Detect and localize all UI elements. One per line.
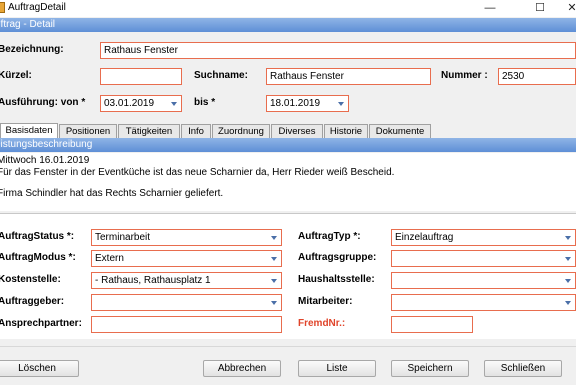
window-titlebar: AuftragDetail — ☐ ✕ — [0, 0, 576, 17]
description-textarea[interactable]: Mittwoch 16.01.2019 Für das Fenster in d… — [0, 153, 576, 211]
gruppe-select[interactable] — [391, 250, 576, 267]
tab-positionen[interactable]: Positionen — [59, 124, 117, 138]
abbrechen-button[interactable]: Abbrechen — [203, 360, 281, 377]
dropdown-arrow-icon[interactable] — [271, 236, 277, 240]
maximize-button[interactable]: ☐ — [526, 0, 554, 17]
dropdown-arrow-icon[interactable] — [271, 279, 277, 283]
button-row: Löschen Abbrechen Liste Speichern Schlie… — [0, 346, 576, 385]
typ-label: AuftragTyp *: — [298, 231, 361, 242]
bis-label: bis * — [194, 97, 216, 108]
close-button[interactable]: ✕ — [558, 0, 576, 17]
description-line: Für das Fenster in der Eventküche ist da… — [0, 167, 395, 178]
ansprech-field[interactable] — [91, 316, 282, 333]
mitarbeiter-label: Mitarbeiter: — [298, 296, 353, 307]
von-date-value: 03.01.2019 — [104, 98, 155, 109]
kostenstelle-label: Kostenstelle: — [0, 274, 61, 285]
description-header: eistungsbeschreibung — [0, 138, 576, 152]
modus-label: AuftragModus *: — [0, 252, 76, 263]
app-icon — [0, 2, 5, 13]
kostenstelle-select[interactable]: - Rathaus, Rathausplatz 1 — [91, 272, 282, 289]
gruppe-label: Auftragsgruppe: — [298, 252, 377, 263]
ausfuehrung-label: Ausführung: von * — [0, 97, 86, 108]
tab-info[interactable]: Info — [181, 124, 211, 138]
description-line: Mittwoch 16.01.2019 — [0, 155, 90, 166]
dropdown-arrow-icon[interactable] — [565, 279, 571, 283]
bis-date-value: 18.01.2019 — [270, 98, 321, 109]
section-title: uftrag - Detail — [0, 19, 56, 30]
typ-select[interactable]: Einzelauftrag — [391, 229, 576, 246]
status-label: AuftragStatus *: — [0, 231, 75, 242]
mitarbeiter-select[interactable] — [391, 294, 576, 311]
kuerzel-field[interactable] — [100, 68, 182, 85]
tab-zuordnung[interactable]: Zuordnung — [212, 124, 270, 138]
form-panel: AuftragStatus *: Terminarbeit AuftragTyp… — [0, 213, 576, 339]
bis-date-picker[interactable]: 18.01.2019 — [266, 95, 349, 112]
tab-dokumente[interactable]: Dokumente — [369, 124, 431, 138]
tab-taetigkeiten[interactable]: Tätigkeiten — [118, 124, 180, 138]
von-date-picker[interactable]: 03.01.2019 — [100, 95, 182, 112]
liste-button[interactable]: Liste — [298, 360, 376, 377]
kostenstelle-value: - Rathaus, Rathausplatz 1 — [95, 275, 211, 286]
typ-value: Einzelauftrag — [395, 232, 454, 243]
dropdown-arrow-icon[interactable] — [565, 301, 571, 305]
auftraggeber-select[interactable] — [91, 294, 282, 311]
fremd-label: FremdNr.: — [298, 318, 346, 329]
section-header: uftrag - Detail — [0, 18, 576, 32]
tab-bar: Basisdaten Positionen Tätigkeiten Info Z… — [0, 123, 576, 138]
kuerzel-label: Kürzel: — [0, 70, 32, 81]
minimize-button[interactable]: — — [476, 0, 504, 17]
fremd-field[interactable] — [391, 316, 473, 333]
suchname-field[interactable]: Rathaus Fenster — [266, 68, 431, 85]
description-title: eistungsbeschreibung — [0, 139, 93, 150]
suchname-label: Suchname: — [194, 70, 248, 81]
dropdown-arrow-icon[interactable] — [171, 102, 177, 106]
modus-select[interactable]: Extern — [91, 250, 282, 267]
dropdown-arrow-icon[interactable] — [565, 236, 571, 240]
bezeichnung-label: Bezeichnung: — [0, 44, 64, 55]
dropdown-arrow-icon[interactable] — [271, 257, 277, 261]
ansprech-label: Ansprechpartner: — [0, 318, 82, 329]
nummer-label: Nummer : — [441, 70, 488, 81]
tab-basisdaten[interactable]: Basisdaten — [0, 123, 58, 138]
dropdown-arrow-icon[interactable] — [565, 257, 571, 261]
bezeichnung-field[interactable]: Rathaus Fenster — [100, 42, 576, 59]
schliessen-button[interactable]: Schließen — [484, 360, 562, 377]
description-line: Firma Schindler hat das Rechts Scharnier… — [0, 188, 224, 199]
status-select[interactable]: Terminarbeit — [91, 229, 282, 246]
loeschen-button[interactable]: Löschen — [0, 360, 79, 377]
tab-diverses[interactable]: Diverses — [271, 124, 323, 138]
speichern-button[interactable]: Speichern — [391, 360, 469, 377]
tab-historie[interactable]: Historie — [324, 124, 368, 138]
status-value: Terminarbeit — [95, 232, 151, 243]
haushalt-label: Haushaltsstelle: — [298, 274, 375, 285]
haushalt-select[interactable] — [391, 272, 576, 289]
auftraggeber-label: Auftraggeber: — [0, 296, 65, 307]
dropdown-arrow-icon[interactable] — [271, 301, 277, 305]
modus-value: Extern — [95, 253, 124, 264]
dropdown-arrow-icon[interactable] — [338, 102, 344, 106]
window-title: AuftragDetail — [8, 2, 66, 13]
nummer-field[interactable]: 2530 — [498, 68, 576, 85]
